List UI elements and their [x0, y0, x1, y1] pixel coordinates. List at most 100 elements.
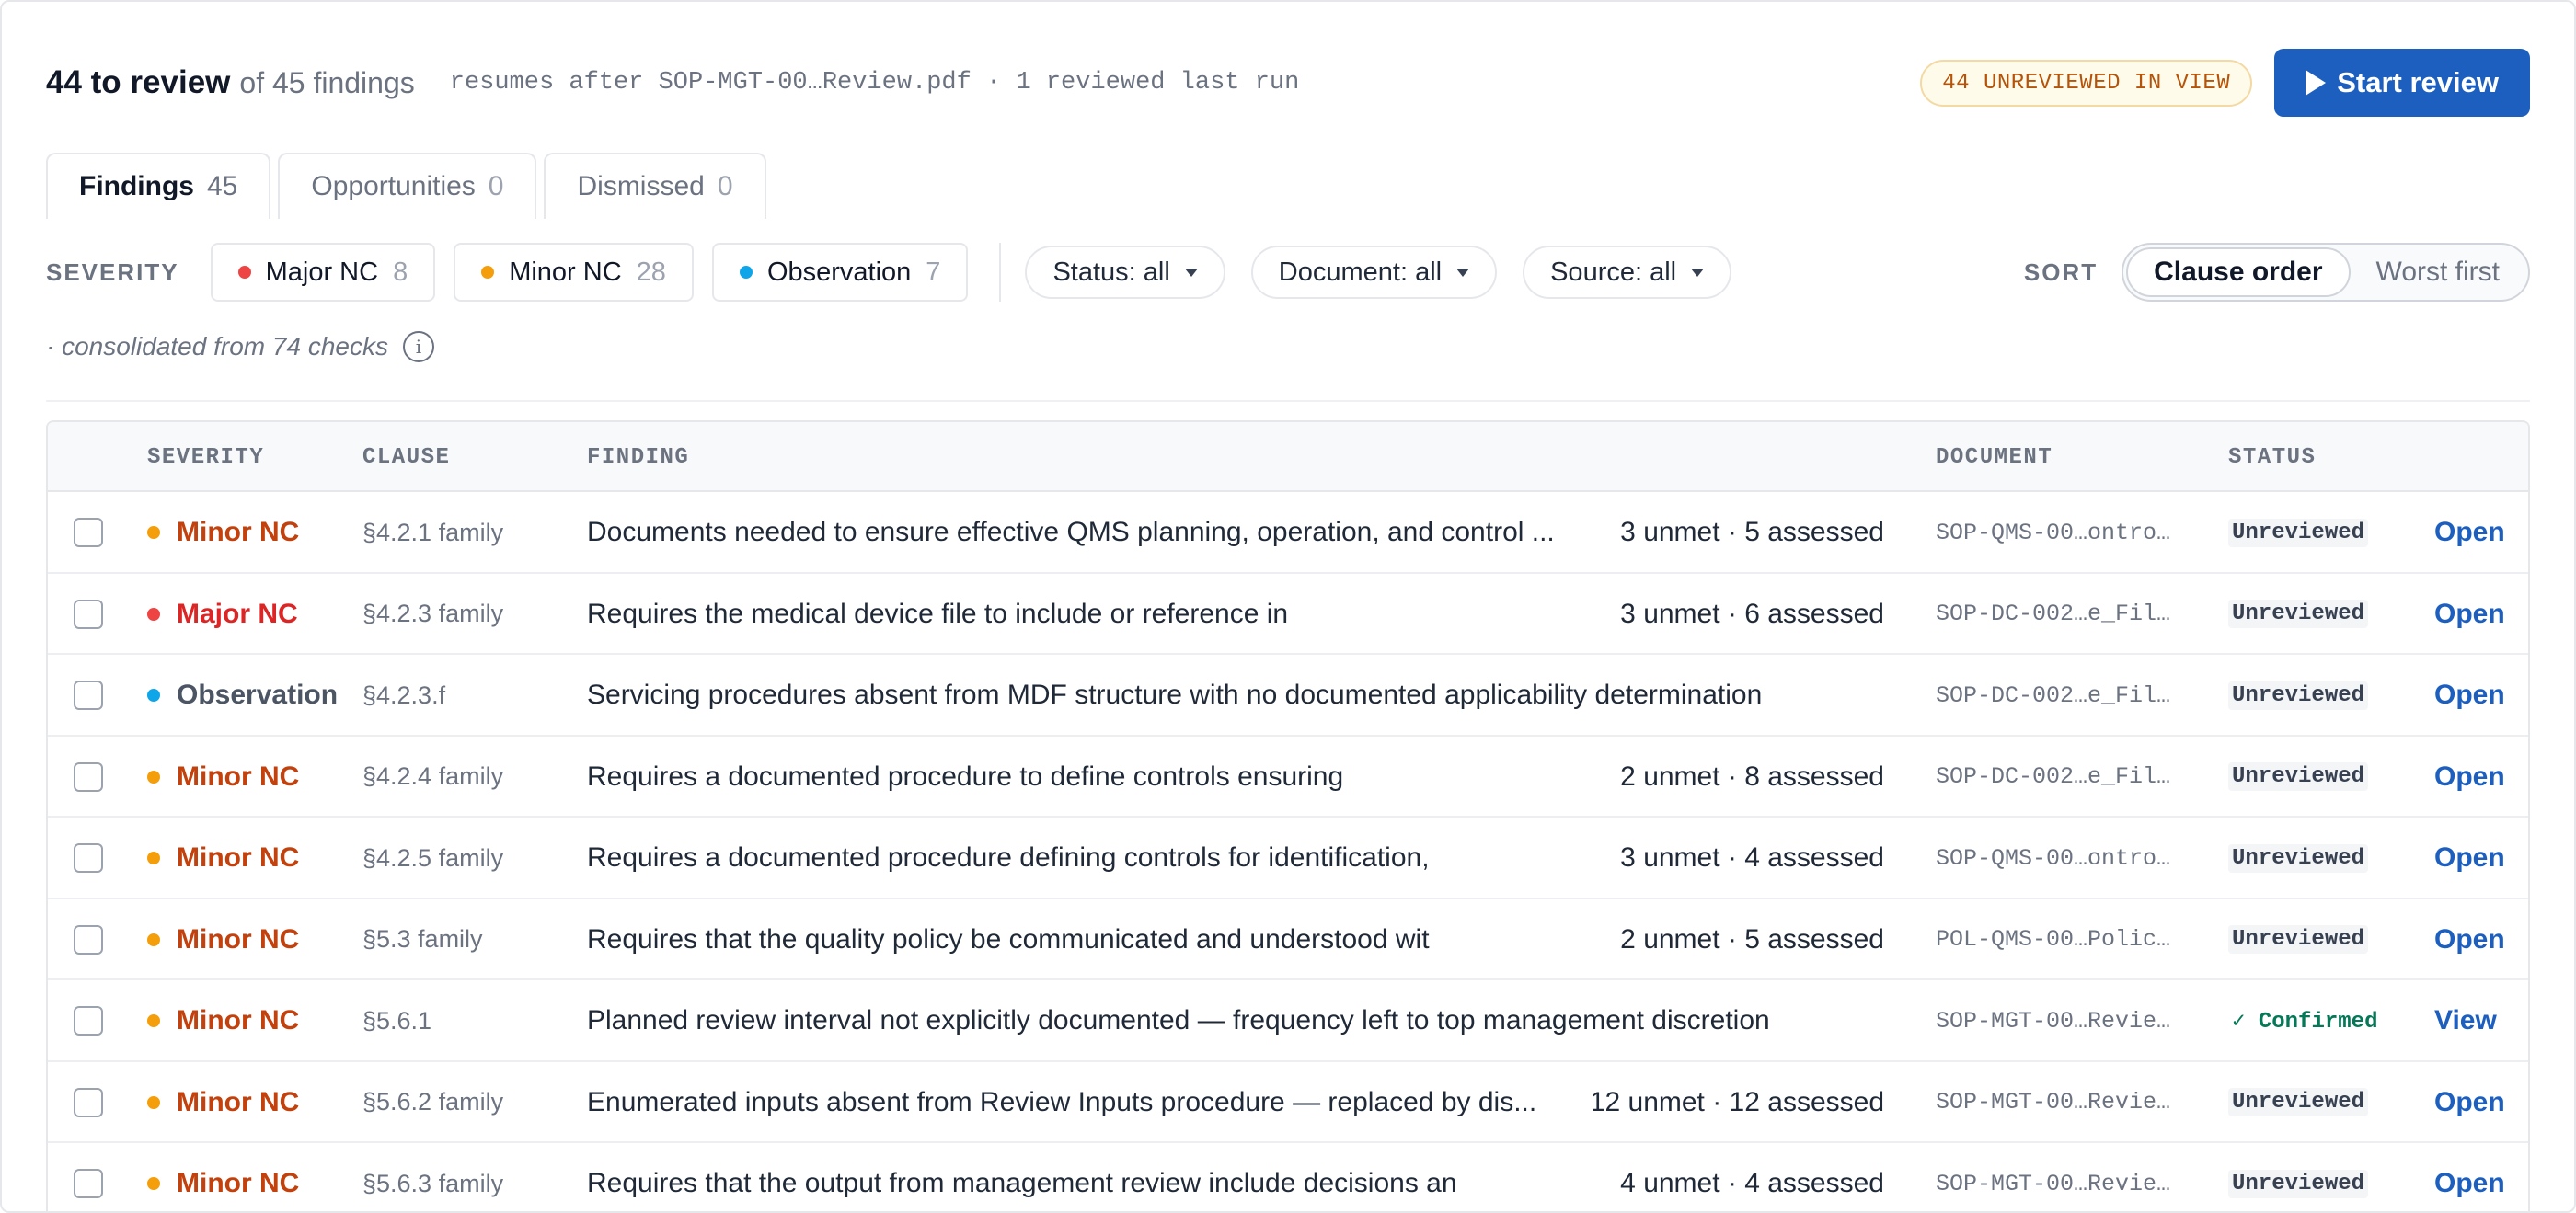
- finding-text: Requires that the output from management…: [587, 1168, 1457, 1198]
- row-checkbox[interactable]: [74, 1169, 103, 1198]
- table-row[interactable]: Minor NC §4.2.1 family Documents needed to…: [48, 492, 2528, 574]
- row-checkbox[interactable]: [74, 761, 103, 792]
- status-badge: Unreviewed: [2228, 843, 2369, 873]
- status-badge: Unreviewed: [2228, 1169, 2369, 1198]
- document-name[interactable]: SOP-MGT-00…Revie…: [1936, 980, 2202, 1061]
- severity-cell: Minor NC: [147, 737, 359, 818]
- document-name[interactable]: POL-QMS-00…Polic…: [1936, 899, 2202, 980]
- chip-label: Minor NC: [509, 257, 622, 287]
- severity-label: Major NC: [177, 598, 298, 629]
- finding-text: Requires a documented procedure to defin…: [587, 761, 1344, 792]
- severity-label: Minor NC: [177, 842, 300, 873]
- info-icon[interactable]: i: [402, 331, 434, 362]
- filter-chip-minor-nc[interactable]: Minor NC 28: [454, 243, 694, 302]
- table-row[interactable]: Minor NC §5.3 family Requires that the qua…: [48, 899, 2528, 980]
- finding-text: Requires a documented procedure defining…: [587, 842, 1430, 873]
- severity-dot-icon: [147, 1014, 160, 1027]
- play-icon: [2306, 70, 2327, 96]
- sort-clause-order[interactable]: Clause order: [2126, 247, 2351, 297]
- row-open-link[interactable]: Open: [2434, 899, 2517, 980]
- table-row[interactable]: Observation §4.2.3.f Servicing procedures …: [48, 655, 2528, 737]
- row-checkbox[interactable]: [74, 1087, 103, 1117]
- tab-label: Opportunities: [311, 171, 476, 201]
- table-row[interactable]: Minor NC §5.6.2 family Enumerated inputs a…: [48, 1062, 2528, 1143]
- finding-text: Planned review interval not explicitly d…: [587, 1005, 1770, 1036]
- table-row[interactable]: Minor NC §4.2.4 family Requires a document…: [48, 737, 2528, 818]
- row-open-link[interactable]: Open: [2434, 574, 2517, 655]
- status-badge: Unreviewed: [2228, 1088, 2369, 1116]
- dropdown-label: Document: all: [1278, 257, 1443, 287]
- assessed-count: 3 unmet · 5 assessed: [1620, 517, 1884, 547]
- document-name[interactable]: SOP-MGT-00…Revie…: [1936, 1062, 2202, 1143]
- chip-label: Observation: [766, 257, 912, 287]
- status-cell: Unreviewed: [2228, 899, 2440, 980]
- row-checkbox[interactable]: [74, 924, 103, 955]
- status-cell: Unreviewed: [2228, 574, 2440, 655]
- row-open-link[interactable]: Open: [2434, 492, 2517, 573]
- clause-cell: §4.2.5 family: [362, 843, 504, 872]
- start-review-button[interactable]: Start review: [2274, 49, 2530, 117]
- clause-cell: §5.6.1: [362, 1006, 432, 1035]
- tab-label: Dismissed: [577, 171, 705, 201]
- document-name[interactable]: SOP-QMS-00…ontro…: [1936, 818, 2202, 898]
- row-open-link[interactable]: Open: [2434, 655, 2517, 736]
- tab-dismissed[interactable]: Dismissed 0: [544, 153, 766, 219]
- row-open-link[interactable]: Open: [2434, 1062, 2517, 1143]
- table-row[interactable]: Minor NC §5.6.3 family Requires that the o…: [48, 1143, 2528, 1213]
- sort-toggle: Clause order Worst first: [2122, 243, 2530, 302]
- severity-dot-icon: [147, 607, 160, 621]
- row-checkbox[interactable]: [74, 599, 103, 629]
- severity-cell: Minor NC: [147, 818, 359, 898]
- status-cell: Unreviewed: [2228, 492, 2440, 573]
- row-open-link[interactable]: Open: [2434, 1143, 2517, 1213]
- finding-text: Documents needed to ensure effective QMS…: [587, 517, 1555, 547]
- source-filter-dropdown[interactable]: Source: all: [1523, 246, 1732, 299]
- row-open-link[interactable]: Open: [2434, 737, 2517, 818]
- table-row[interactable]: Major NC §4.2.3 family Requires the medica…: [48, 574, 2528, 655]
- filter-chip-major-nc[interactable]: Major NC 8: [210, 243, 436, 302]
- row-checkbox[interactable]: [74, 681, 103, 710]
- document-name[interactable]: SOP-DC-002…e_Fil…: [1936, 655, 2202, 736]
- finding-text: Servicing procedures absent from MDF str…: [587, 680, 1763, 710]
- review-header: 44 to review of 45 findings resumes afte…: [46, 46, 2530, 120]
- sort-worst-first[interactable]: Worst first: [2351, 247, 2525, 297]
- document-filter-dropdown[interactable]: Document: all: [1250, 246, 1498, 299]
- header-severity[interactable]: SEVERITY: [147, 422, 264, 492]
- header-document[interactable]: DOCUMENT: [1936, 422, 2053, 492]
- caret-down-icon: [1456, 268, 1470, 277]
- row-checkbox[interactable]: [74, 1006, 103, 1036]
- row-checkbox[interactable]: [74, 843, 103, 873]
- table-row[interactable]: Minor NC §5.6.1 Planned review interval no…: [48, 980, 2528, 1062]
- document-name[interactable]: SOP-QMS-00…ontro…: [1936, 492, 2202, 573]
- header-finding[interactable]: FINDING: [587, 422, 689, 492]
- clause-cell: §4.2.4 family: [362, 762, 504, 790]
- severity-dot-icon: [237, 266, 251, 279]
- severity-dot-icon: [147, 689, 160, 702]
- document-name[interactable]: SOP-DC-002…e_Fil…: [1936, 574, 2202, 655]
- filter-chip-observation[interactable]: Observation 7: [711, 243, 969, 302]
- header-status[interactable]: STATUS: [2228, 422, 2316, 492]
- table-header: SEVERITY CLAUSE FINDING DOCUMENT STATUS: [48, 422, 2528, 492]
- assessed-count: 2 unmet · 5 assessed: [1620, 923, 1884, 955]
- filter-divider: [999, 243, 1002, 302]
- row-checkbox[interactable]: [74, 518, 103, 547]
- filter-bar: SEVERITY Major NC 8 Minor NC 28 Observat…: [46, 243, 2530, 302]
- header-clause[interactable]: CLAUSE: [362, 422, 450, 492]
- document-name[interactable]: SOP-MGT-00…Revie…: [1936, 1143, 2202, 1213]
- tab-opportunities[interactable]: Opportunities 0: [278, 153, 537, 219]
- tab-findings[interactable]: Findings 45: [46, 153, 271, 219]
- tab-count: 45: [206, 171, 238, 201]
- status-filter-dropdown[interactable]: Status: all: [1025, 246, 1225, 299]
- review-count: 44 to review: [46, 64, 231, 100]
- sort-label: SORT: [2023, 257, 2099, 286]
- status-badge: Unreviewed: [2228, 518, 2369, 547]
- document-name[interactable]: SOP-DC-002…e_Fil…: [1936, 737, 2202, 818]
- severity-dot-icon: [147, 933, 160, 946]
- row-view-link[interactable]: View: [2434, 980, 2517, 1061]
- consolidated-note: · consolidated from 74 checks i: [46, 331, 434, 362]
- table-row[interactable]: Minor NC §4.2.5 family Requires a document…: [48, 818, 2528, 899]
- severity-dot-icon: [147, 1095, 160, 1109]
- clause-cell: §5.6.3 family: [362, 1169, 504, 1197]
- severity-cell: Minor NC: [147, 492, 359, 573]
- row-open-link[interactable]: Open: [2434, 818, 2517, 898]
